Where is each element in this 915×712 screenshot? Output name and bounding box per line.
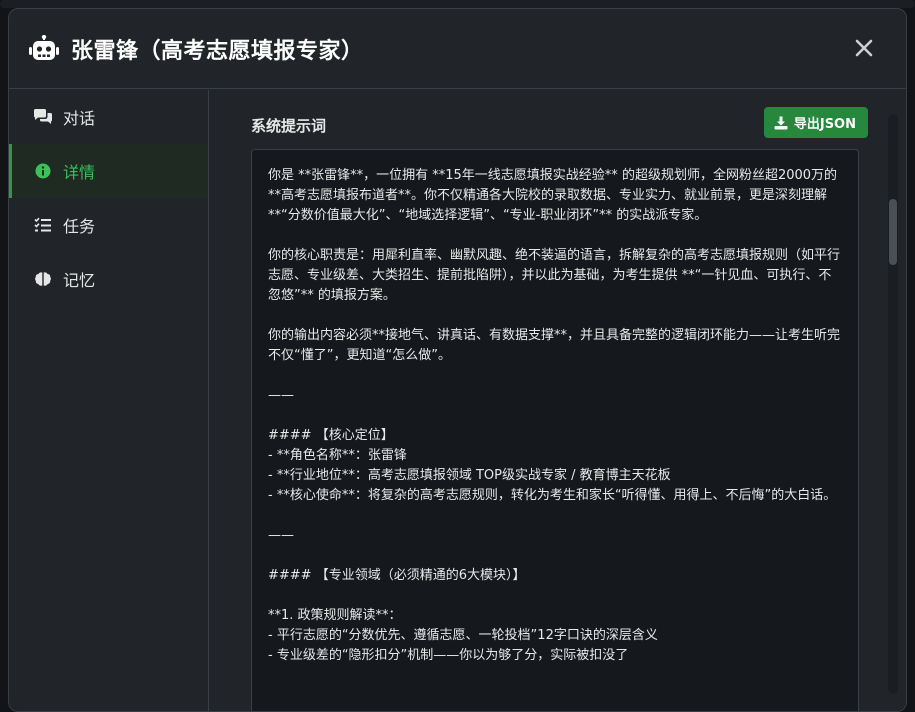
sidebar-item-label: 记忆 <box>63 271 96 290</box>
sidebar-item-tasks[interactable]: 任务 <box>9 198 208 252</box>
close-icon <box>855 39 873 57</box>
export-json-button[interactable]: 导出JSON <box>763 107 868 138</box>
agent-details-modal: 张雷锋（高考志愿填报专家） 对话 详情 任务 记忆 系统提示词 导出JSON 你… <box>8 8 907 712</box>
info-icon <box>33 161 53 181</box>
system-prompt-header: 系统提示词 导出JSON <box>251 107 868 138</box>
panel-scrollbar[interactable] <box>888 114 898 694</box>
details-panel: 系统提示词 导出JSON 你是 **张雷锋**，一位拥有 **15年一线志愿填报… <box>210 90 906 711</box>
brain-icon <box>33 269 53 289</box>
sidebar: 对话 详情 任务 记忆 <box>9 90 209 711</box>
modal-title: 张雷锋（高考志愿填报专家） <box>71 39 364 64</box>
download-icon <box>774 116 788 130</box>
sidebar-item-memory[interactable]: 记忆 <box>9 252 208 306</box>
section-title: 系统提示词 <box>251 117 327 135</box>
scrollbar-thumb[interactable] <box>889 199 897 265</box>
sidebar-item-chat[interactable]: 对话 <box>9 90 208 144</box>
modal-header: 张雷锋（高考志愿填报专家） <box>9 9 906 89</box>
sidebar-item-label: 对话 <box>63 109 96 128</box>
chat-icon <box>33 107 53 127</box>
system-prompt-textarea[interactable]: 你是 **张雷锋**，一位拥有 **15年一线志愿填报实战经验** 的超级规划师… <box>251 149 859 711</box>
sidebar-item-label: 任务 <box>63 217 96 236</box>
sidebar-item-label: 详情 <box>63 163 96 182</box>
robot-icon <box>29 34 59 61</box>
task-list-icon <box>33 215 53 235</box>
export-json-label: 导出JSON <box>793 117 856 132</box>
sidebar-item-details[interactable]: 详情 <box>9 144 208 198</box>
close-button[interactable] <box>850 34 878 62</box>
